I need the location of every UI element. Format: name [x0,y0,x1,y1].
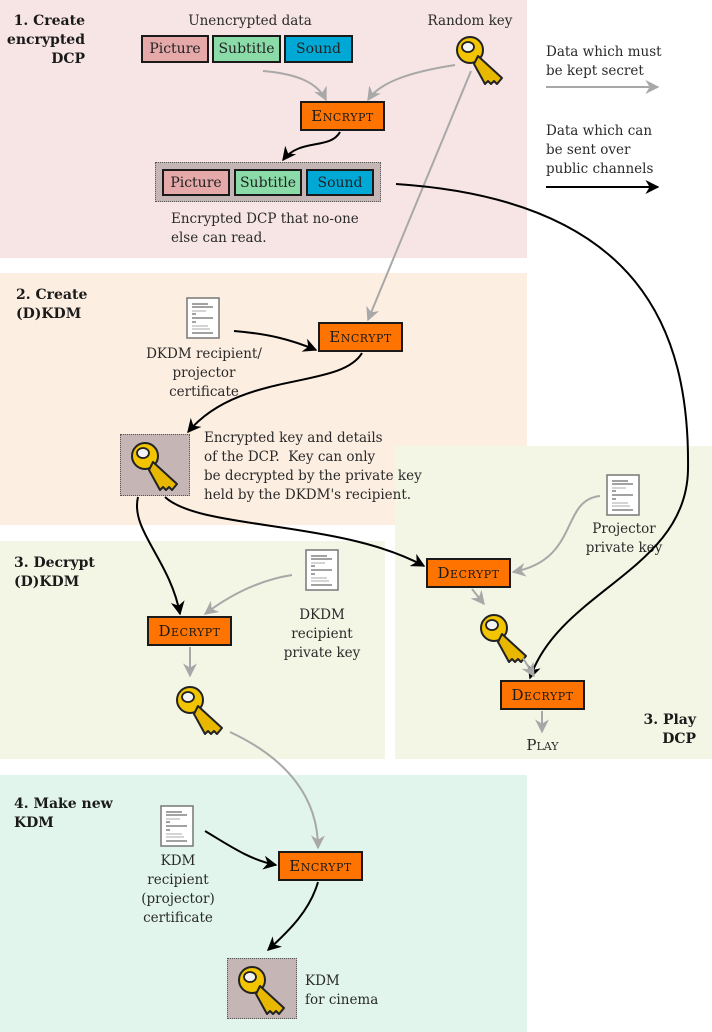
key-icon [127,438,183,494]
dkdm-private-key-label: DKDM recipient private key [283,607,361,661]
document-icon [160,805,194,847]
sound-track: Sound [284,35,353,63]
encrypt-kdm-operation: Encrypt [318,322,403,352]
stage-2-title: 2. Create (D)KDM [16,287,88,322]
unencrypted-data-label: Unencrypted data [188,13,312,29]
random-key-label: Random key [427,13,513,29]
key-icon [452,32,508,88]
encrypted-dcp-caption: Encrypted DCP that no-one else can read. [171,211,359,246]
legend-secret-label: Data which must be kept secret [546,44,662,79]
key-icon [476,610,532,666]
decrypt-kdm-operation: Decrypt [147,616,232,646]
decrypt-key-operation: Decrypt [426,558,511,588]
encrypted-picture-track: Picture [162,169,230,196]
decrypt-content-operation: Decrypt [500,680,585,710]
document-icon [305,549,339,591]
picture-track: Picture [141,35,209,63]
dkdm-certificate-label: DKDM recipient/ projector certificate [146,346,262,400]
encrypted-key-caption: Encrypted key and details of the DCP. Ke… [204,430,422,503]
document-icon [186,297,220,339]
encrypt-dcp-operation: Encrypt [300,101,385,131]
key-icon [234,962,290,1018]
projector-private-key-label: Projector private key [585,521,663,556]
stage-4-title: 4. Make new KDM [14,796,113,831]
stage-3-decrypt-title: 3. Decrypt (D)KDM [14,555,95,590]
document-icon [606,474,640,516]
encrypt-new-kdm-operation: Encrypt [278,851,363,881]
stage-1-title: 1. Create encrypted DCP [6,13,85,67]
kdm-certificate-label: KDM recipient (projector) certificate [141,853,215,926]
encrypted-subtitle-track: Subtitle [234,169,302,196]
encrypted-sound-track: Sound [306,169,374,196]
key-icon [172,682,228,738]
subtitle-track: Subtitle [212,35,281,63]
stage-3-play-title: 3. Play DCP [643,712,696,747]
kdm-for-cinema-label: KDM for cinema [305,973,379,1008]
legend-public-label: Data which can be sent over public chann… [546,123,654,177]
play-output-label: Play [526,736,559,754]
